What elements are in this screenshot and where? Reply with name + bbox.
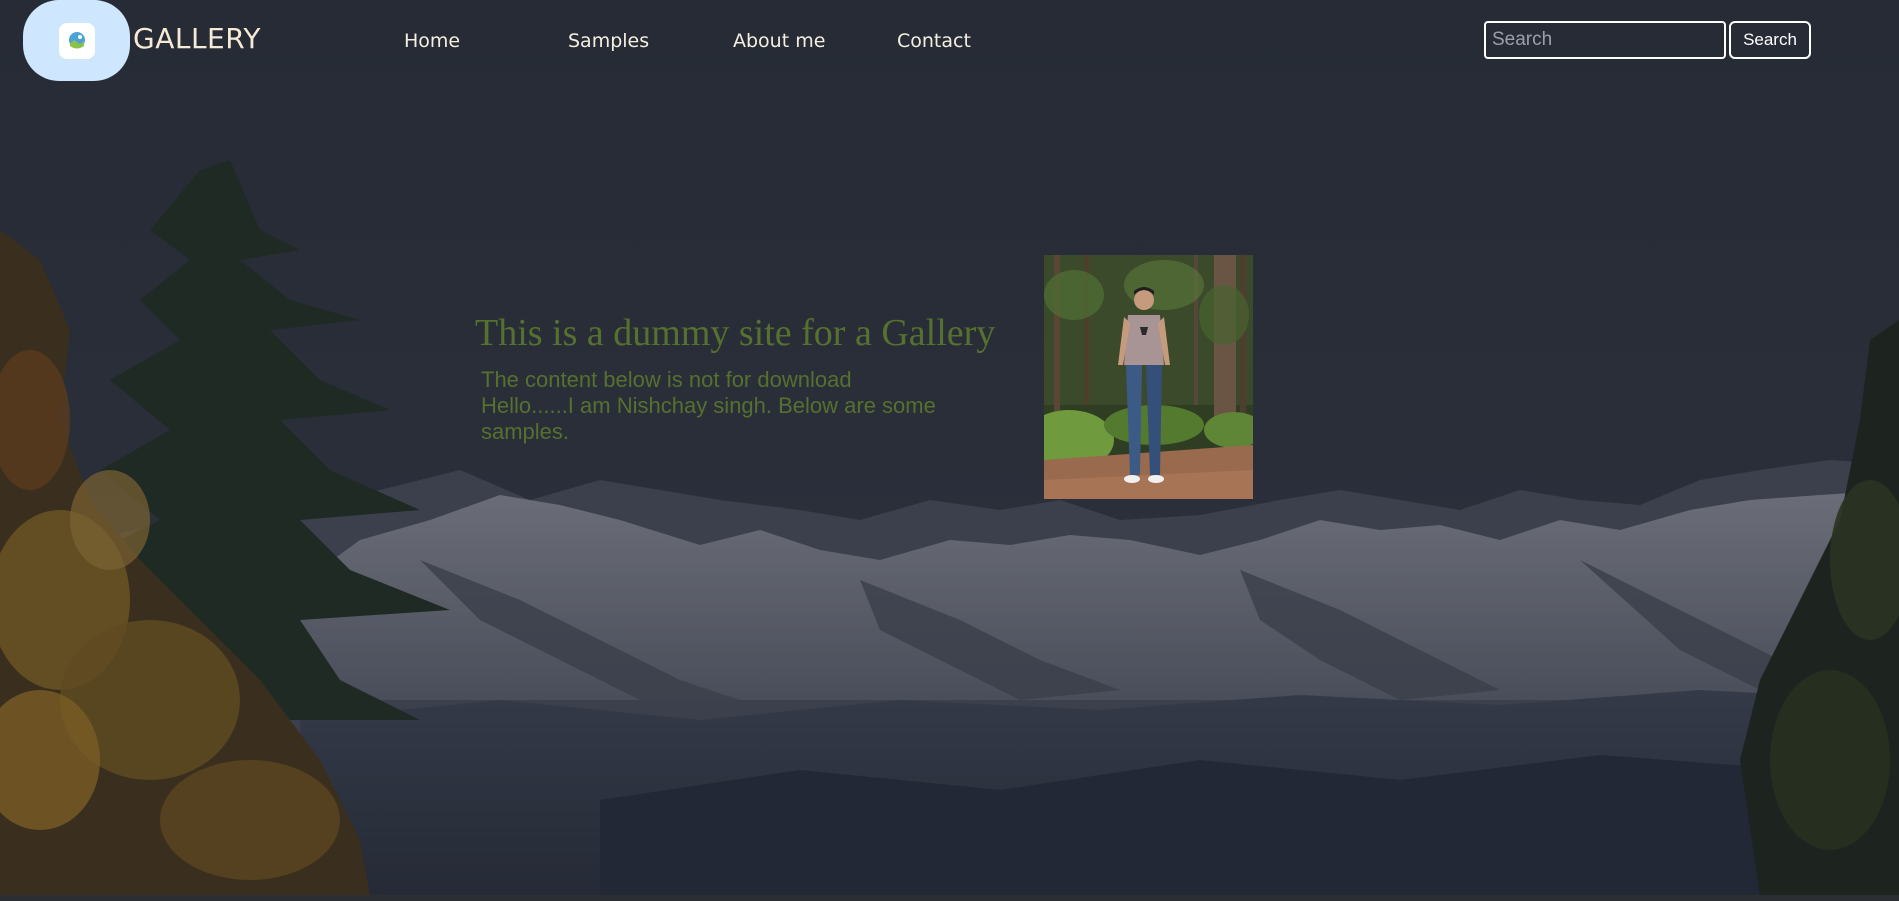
- profile-photo: [1044, 255, 1253, 499]
- search-button[interactable]: Search: [1729, 21, 1811, 59]
- gallery-image-icon: [58, 22, 95, 59]
- logo-badge[interactable]: [23, 0, 130, 81]
- hero-intro-text: Hello......I am Nishchay singh. Below ar…: [481, 393, 936, 418]
- brand-title[interactable]: GALLERY: [133, 22, 261, 55]
- search-input[interactable]: [1484, 21, 1726, 59]
- bottom-scrollbar-strip: [0, 895, 1899, 901]
- background-landscape-photo: [0, 0, 1899, 896]
- hero-title: This is a dummy site for a Gallery: [475, 312, 996, 354]
- nav-about-me-link[interactable]: About me: [733, 30, 825, 52]
- hero-download-notice: The content below is not for download: [481, 367, 852, 392]
- nav-samples-link[interactable]: Samples: [568, 30, 649, 52]
- hero-intro-text-continued: samples.: [481, 419, 570, 444]
- nav-contact-link[interactable]: Contact: [897, 30, 971, 52]
- nav-home-link[interactable]: Home: [404, 30, 460, 52]
